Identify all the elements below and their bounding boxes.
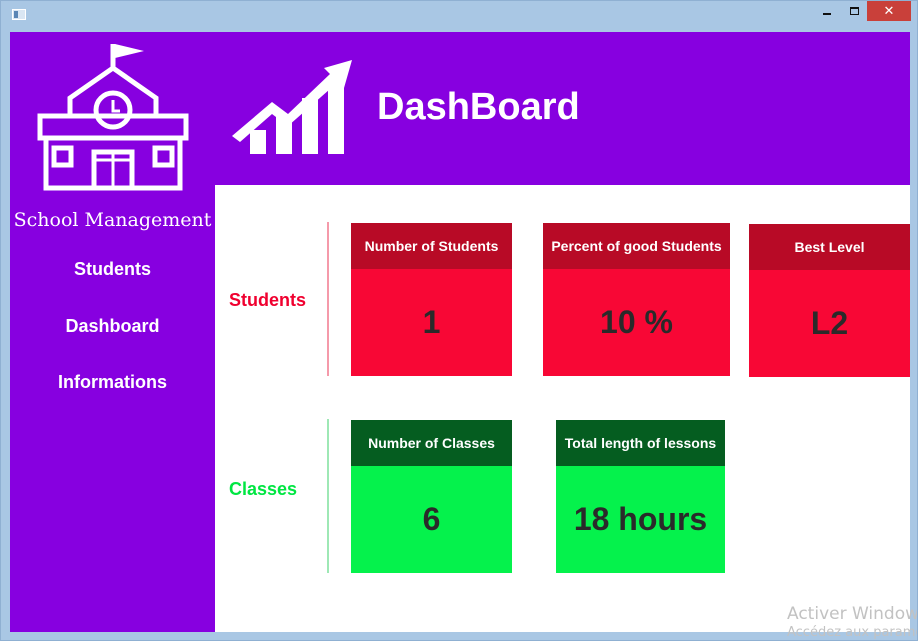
page-title: DashBoard bbox=[377, 86, 580, 128]
minimize-button[interactable] bbox=[813, 1, 841, 21]
watermark-line-2: Accédez aux paramètres bbox=[787, 625, 917, 640]
stat-card-value: 1 bbox=[351, 269, 512, 376]
app-content: School Management Students Dashboard Inf… bbox=[10, 32, 910, 632]
minimize-icon bbox=[823, 13, 831, 15]
header: DashBoard bbox=[215, 32, 910, 185]
stat-card-percent-good-students: Percent of good Students 10 % bbox=[543, 223, 730, 376]
activation-watermark: Activer Windows Accédez aux paramètres bbox=[787, 604, 917, 640]
stat-card-number-of-classes: Number of Classes 6 bbox=[351, 420, 512, 573]
growth-chart-icon bbox=[232, 60, 352, 154]
sidebar-item-students[interactable]: Students bbox=[10, 259, 215, 280]
sidebar: School Management Students Dashboard Inf… bbox=[10, 32, 215, 632]
brand-title: School Management bbox=[13, 209, 212, 231]
stat-card-best-level: Best Level L2 bbox=[749, 224, 910, 377]
stat-card-total-lesson-length: Total length of lessons 18 hours bbox=[556, 420, 725, 573]
stat-card-value: 10 % bbox=[543, 269, 730, 376]
app-window-icon bbox=[12, 9, 26, 20]
stat-card-title: Best Level bbox=[749, 224, 910, 270]
stat-card-title: Percent of good Students bbox=[543, 223, 730, 269]
section-label-classes: Classes bbox=[229, 479, 298, 499]
watermark-line-1: Activer Windows bbox=[787, 604, 917, 624]
stat-card-number-of-students: Number of Students 1 bbox=[351, 223, 512, 376]
school-building-icon bbox=[37, 44, 189, 191]
maximize-button[interactable] bbox=[841, 1, 867, 21]
app-window: ✕ School Management Students Dashboard I… bbox=[0, 0, 918, 641]
close-button[interactable]: ✕ bbox=[867, 1, 911, 21]
maximize-icon bbox=[849, 7, 859, 15]
sidebar-item-dashboard[interactable]: Dashboard bbox=[10, 316, 215, 337]
stat-card-value: 6 bbox=[351, 466, 512, 573]
section-divider-classes bbox=[327, 419, 329, 573]
stat-card-value: 18 hours bbox=[556, 466, 725, 573]
sidebar-item-informations[interactable]: Informations bbox=[10, 372, 215, 393]
section-label-students: Students bbox=[229, 290, 307, 310]
close-icon: ✕ bbox=[883, 3, 895, 19]
stat-card-title: Number of Students bbox=[351, 223, 512, 269]
stat-card-title: Number of Classes bbox=[351, 420, 512, 466]
section-divider-students bbox=[327, 222, 329, 376]
title-bar[interactable]: ✕ bbox=[1, 1, 917, 31]
stat-card-value: L2 bbox=[749, 270, 910, 377]
stat-card-title: Total length of lessons bbox=[556, 420, 725, 466]
